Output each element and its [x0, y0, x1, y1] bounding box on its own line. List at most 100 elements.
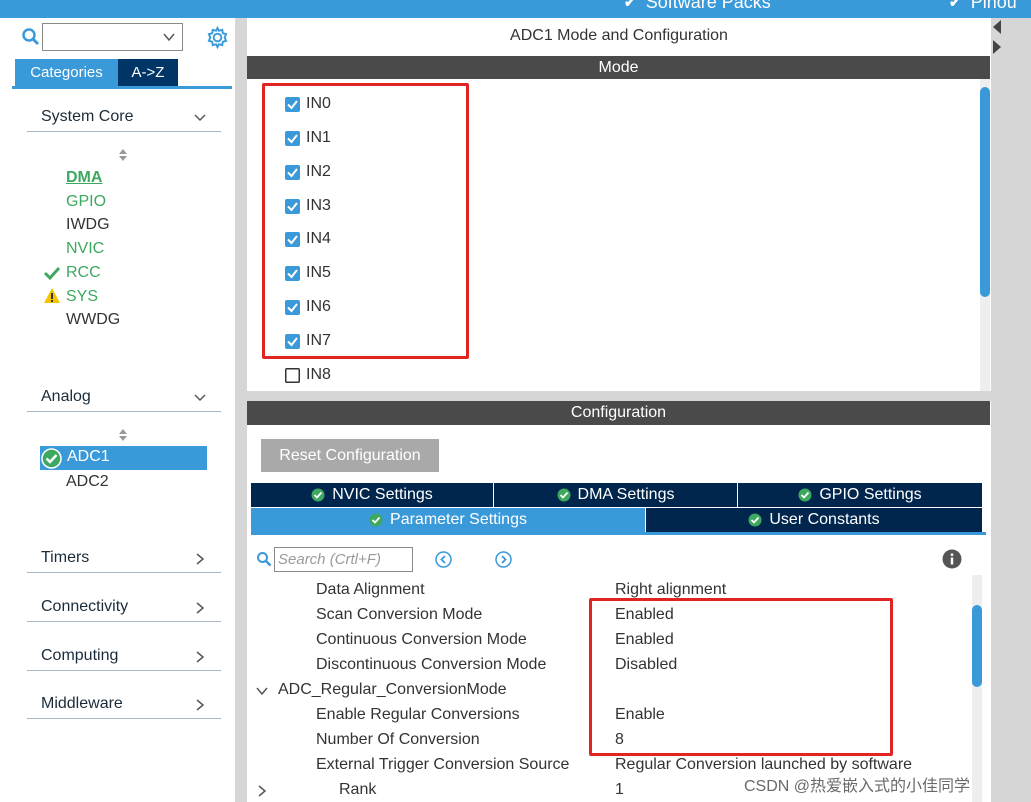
- group-analog[interactable]: Analog: [27, 386, 221, 412]
- parameter-search-input[interactable]: Search (Crtl+F): [274, 547, 413, 572]
- item-wwdg[interactable]: WWDG: [66, 309, 120, 331]
- chevron-down-icon: ✔: [949, 0, 961, 10]
- chevron-right-icon: [196, 553, 205, 565]
- tab-label: NVIC Settings: [332, 486, 433, 503]
- group-label: System Core: [41, 108, 134, 125]
- chevron-right-icon: [196, 699, 205, 711]
- item-iwdg[interactable]: IWDG: [66, 214, 110, 236]
- tab-user-constants[interactable]: User Constants: [646, 508, 983, 532]
- settings-tabs-row1: NVIC Settings DMA Settings GPIO Settings: [251, 483, 983, 507]
- tab-underline: [12, 86, 232, 89]
- group-label: Analog: [41, 388, 91, 405]
- category-tabs: Categories A->Z: [15, 59, 178, 86]
- item-adc1[interactable]: ADC1: [40, 446, 207, 470]
- item-adc2[interactable]: ADC2: [66, 471, 109, 493]
- item-rcc[interactable]: RCC: [66, 262, 101, 284]
- pinout-label: Pinou: [970, 0, 1017, 12]
- warning-icon: [44, 288, 60, 303]
- param-value[interactable]: 1: [615, 781, 624, 799]
- check-circle-icon: [748, 513, 762, 527]
- chevron-down-icon[interactable]: [162, 30, 176, 44]
- info-icon[interactable]: [942, 549, 962, 569]
- group-system-core[interactable]: System Core: [27, 106, 221, 132]
- group-label: Middleware: [41, 695, 123, 712]
- parameter-list: Data Alignment Right alignment Scan Conv…: [247, 575, 972, 802]
- tab-label: GPIO Settings: [819, 486, 922, 503]
- item-dma[interactable]: DMA: [66, 167, 102, 189]
- scroll-thumb[interactable]: [972, 605, 982, 687]
- tab-dma-settings[interactable]: DMA Settings: [494, 483, 738, 507]
- highlight-box: [589, 598, 893, 756]
- page-title: ADC1 Mode and Configuration: [510, 27, 728, 44]
- tab-underline: [251, 532, 986, 535]
- check-circle-icon: [369, 513, 383, 527]
- reset-configuration-button[interactable]: Reset Configuration: [261, 439, 439, 472]
- gear-icon[interactable]: [206, 26, 229, 49]
- tab-label: Parameter Settings: [390, 511, 527, 528]
- group-computing[interactable]: Computing: [27, 645, 221, 671]
- search-icon[interactable]: [21, 27, 41, 47]
- tab-parameter-settings[interactable]: Parameter Settings: [251, 508, 646, 532]
- previous-icon[interactable]: [435, 551, 452, 568]
- chevron-down-icon: ✔: [624, 0, 636, 10]
- scroll-thumb[interactable]: [980, 87, 990, 297]
- param-name: Rank: [339, 781, 377, 798]
- sort-arrows-icon[interactable]: [117, 148, 129, 162]
- item-sys[interactable]: SYS: [66, 286, 98, 308]
- software-packs-label: Software Packs: [645, 0, 771, 12]
- chevron-down-icon: [194, 114, 206, 122]
- group-connectivity[interactable]: Connectivity: [27, 596, 221, 622]
- check-circle-icon: [311, 488, 325, 502]
- group-middleware[interactable]: Middleware: [27, 693, 221, 719]
- group-label: Computing: [41, 647, 119, 664]
- chevron-down-icon: [194, 394, 206, 402]
- configuration-header: Configuration: [247, 401, 990, 425]
- highlight-box: [262, 83, 469, 359]
- checkbox-unchecked-icon[interactable]: [285, 367, 300, 383]
- tab-label: DMA Settings: [577, 486, 675, 503]
- item-nvic[interactable]: NVIC: [66, 238, 104, 260]
- categories-panel: Categories A->Z System Core DMA GPIO IWD…: [0, 18, 236, 802]
- search-icon: [257, 552, 272, 567]
- pinout-menu[interactable]: ✔ Pinou: [949, 0, 1017, 13]
- tab-label: User Constants: [769, 511, 880, 528]
- group-label: Timers: [41, 549, 90, 566]
- chevron-down-icon[interactable]: [256, 685, 268, 697]
- collapse-arrows-icon[interactable]: [991, 18, 1003, 58]
- search-combo[interactable]: [42, 23, 183, 51]
- check-circle-icon: [41, 448, 62, 469]
- parameter-scrollbar[interactable]: [972, 575, 982, 802]
- next-icon[interactable]: [495, 551, 512, 568]
- param-name: Enable Regular Conversions: [316, 706, 520, 723]
- settings-tabs-row2: Parameter Settings User Constants: [251, 508, 983, 532]
- param-name: Continuous Conversion Mode: [316, 631, 527, 648]
- tab-gpio-settings[interactable]: GPIO Settings: [738, 483, 983, 507]
- check-circle-icon: [798, 488, 812, 502]
- sort-arrows-icon[interactable]: [117, 428, 129, 442]
- chevron-right-icon[interactable]: [256, 785, 268, 797]
- param-value[interactable]: Right alignment: [615, 581, 726, 599]
- check-icon: [43, 266, 61, 281]
- tab-a-to-z[interactable]: A->Z: [118, 59, 178, 86]
- mode-header: Mode: [247, 56, 990, 79]
- software-packs-menu[interactable]: ✔ Software Packs: [624, 0, 771, 13]
- param-group-name: ADC_Regular_ConversionMode: [278, 681, 507, 698]
- divider: [247, 391, 991, 401]
- group-timers[interactable]: Timers: [27, 547, 221, 573]
- watermark: CSDN @热爱嵌入式的小佳同学: [744, 778, 971, 795]
- tab-categories[interactable]: Categories: [15, 59, 118, 86]
- config-area: ADC1 Mode and Configuration Mode IN0 IN1…: [236, 18, 1031, 802]
- group-label: Connectivity: [41, 598, 129, 615]
- check-circle-icon: [557, 488, 571, 502]
- channel-in8[interactable]: IN8: [285, 364, 331, 386]
- param-name: Scan Conversion Mode: [316, 606, 483, 623]
- mode-scrollbar[interactable]: [980, 79, 990, 391]
- chevron-right-icon: [196, 651, 205, 663]
- item-gpio[interactable]: GPIO: [66, 191, 106, 213]
- param-name: Discontinuous Conversion Mode: [316, 656, 547, 673]
- channel-label: IN8: [306, 366, 331, 383]
- tab-nvic-settings[interactable]: NVIC Settings: [251, 483, 494, 507]
- chevron-right-icon: [196, 602, 205, 614]
- adc1-panel: ADC1 Mode and Configuration Mode IN0 IN1…: [247, 18, 991, 802]
- item-label: ADC1: [67, 448, 110, 465]
